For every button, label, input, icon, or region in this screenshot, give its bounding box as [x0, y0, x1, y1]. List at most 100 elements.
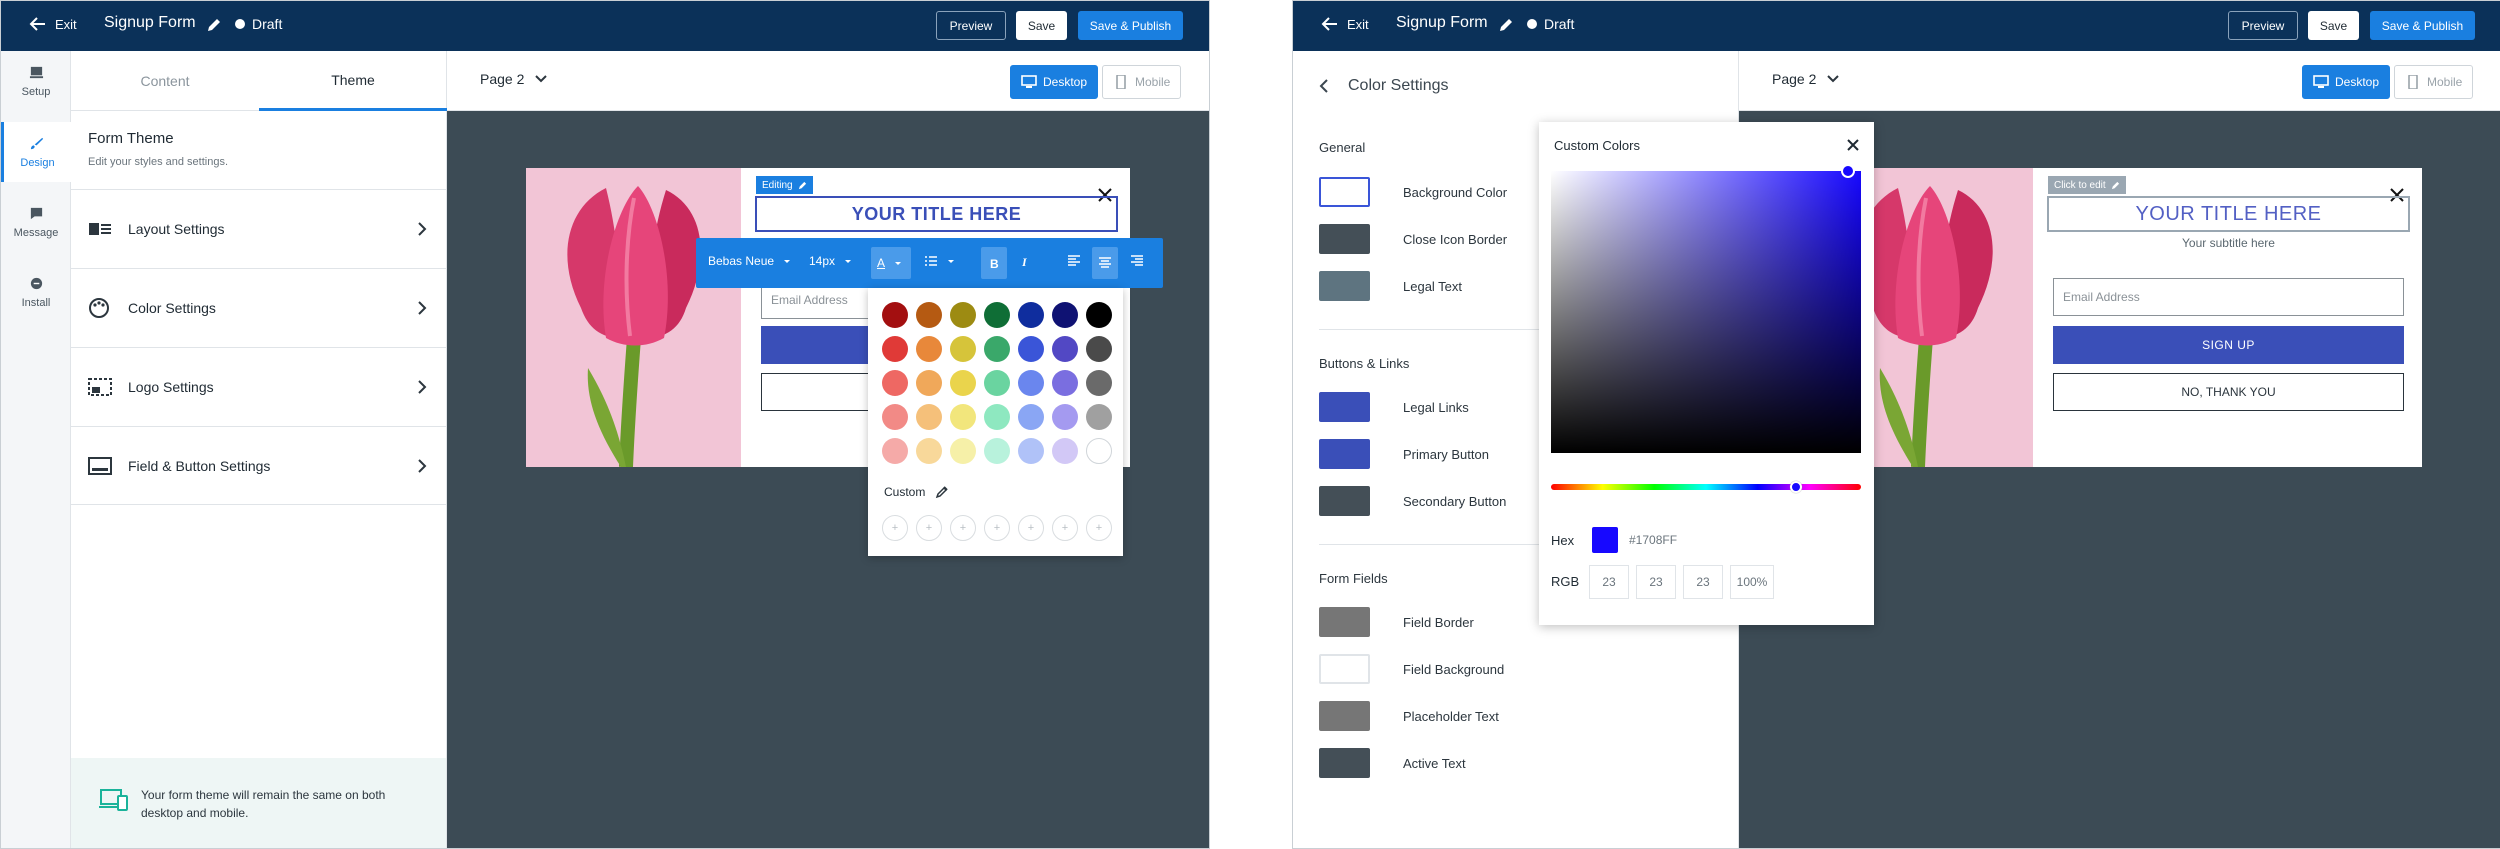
color-swatch[interactable]	[950, 302, 976, 328]
color-row-background[interactable]: Background Color	[1319, 177, 1507, 207]
color-swatch[interactable]	[1052, 438, 1078, 464]
pencil-icon[interactable]	[1498, 17, 1514, 33]
preview-button[interactable]: Preview	[936, 11, 1006, 40]
color-swatch[interactable]	[1018, 336, 1044, 362]
color-swatch[interactable]	[984, 302, 1010, 328]
color-row-legal-links[interactable]: Legal Links	[1319, 392, 1469, 422]
color-swatch[interactable]	[882, 438, 908, 464]
email-field[interactable]: Email Address	[2053, 278, 2404, 316]
add-custom-color-slot[interactable]: +	[882, 515, 908, 541]
color-row-field-background[interactable]: Field Background	[1319, 654, 1504, 684]
line-spacing-button[interactable]	[924, 254, 958, 268]
page-selector[interactable]: Page 2	[1772, 71, 1840, 87]
color-chip[interactable]	[1319, 654, 1370, 684]
rail-item-design[interactable]: Design	[1, 122, 71, 182]
save-button[interactable]: Save	[2308, 11, 2359, 40]
color-chip[interactable]	[1319, 607, 1370, 637]
saturation-area[interactable]	[1551, 171, 1861, 453]
hex-input[interactable]: #1708FF	[1625, 525, 1689, 555]
exit-button[interactable]: Exit	[1321, 15, 1369, 33]
color-swatch[interactable]	[1018, 438, 1044, 464]
color-row-active-text[interactable]: Active Text	[1319, 748, 1466, 778]
color-swatch[interactable]	[984, 336, 1010, 362]
close-icon[interactable]	[1846, 138, 1860, 152]
color-swatch[interactable]	[1052, 302, 1078, 328]
mobile-view-button[interactable]: Mobile	[2394, 65, 2474, 99]
form-title[interactable]: YOUR TITLE HERE	[2047, 196, 2410, 232]
bold-button[interactable]: B	[981, 247, 1007, 279]
section-layout-settings[interactable]: Layout Settings	[71, 189, 446, 268]
color-swatch[interactable]	[1018, 370, 1044, 396]
add-custom-color-slot[interactable]: +	[950, 515, 976, 541]
tab-theme[interactable]: Theme	[259, 51, 447, 111]
color-swatch[interactable]	[1018, 302, 1044, 328]
preview-button[interactable]: Preview	[2228, 11, 2298, 40]
color-swatch[interactable]	[984, 370, 1010, 396]
color-settings-header[interactable]: Color Settings	[1318, 77, 1449, 95]
color-swatch[interactable]	[916, 438, 942, 464]
color-swatch[interactable]	[1052, 336, 1078, 362]
blue-input[interactable]: 23	[1683, 565, 1723, 599]
exit-button[interactable]: Exit	[29, 15, 77, 33]
signup-button[interactable]	[761, 326, 871, 364]
red-input[interactable]: 23	[1589, 565, 1629, 599]
color-chip[interactable]	[1319, 177, 1370, 207]
color-swatch[interactable]	[1086, 438, 1112, 464]
align-left-button[interactable]	[1067, 254, 1081, 268]
save-button[interactable]: Save	[1016, 11, 1067, 40]
color-swatch[interactable]	[950, 336, 976, 362]
color-swatch[interactable]	[1086, 370, 1112, 396]
color-swatch[interactable]	[916, 370, 942, 396]
color-chip[interactable]	[1319, 486, 1370, 516]
no-thanks-button[interactable]	[761, 373, 871, 411]
color-swatch[interactable]	[1052, 370, 1078, 396]
hue-handle[interactable]	[1790, 481, 1802, 493]
color-swatch[interactable]	[916, 302, 942, 328]
color-swatch[interactable]	[984, 438, 1010, 464]
hue-slider[interactable]	[1551, 484, 1861, 490]
color-swatch[interactable]	[882, 302, 908, 328]
save-publish-button[interactable]: Save & Publish	[2370, 11, 2475, 40]
color-chip[interactable]	[1319, 271, 1370, 301]
no-thanks-button[interactable]: NO, THANK YOU	[2053, 373, 2404, 411]
page-selector[interactable]: Page 2	[480, 71, 548, 87]
section-logo-settings[interactable]: Logo Settings	[71, 347, 446, 426]
color-swatch[interactable]	[950, 404, 976, 430]
color-swatch[interactable]	[1086, 302, 1112, 328]
color-swatch[interactable]	[882, 336, 908, 362]
color-row-primary-button[interactable]: Primary Button	[1319, 439, 1489, 469]
add-custom-color-slot[interactable]: +	[1018, 515, 1044, 541]
italic-button[interactable]: I	[1018, 254, 1032, 268]
color-swatch[interactable]	[1086, 404, 1112, 430]
section-color-settings[interactable]: Color Settings	[71, 268, 446, 347]
desktop-view-button[interactable]: Desktop	[2302, 65, 2391, 99]
color-swatch[interactable]	[916, 404, 942, 430]
rail-item-install[interactable]: Install	[1, 262, 71, 322]
color-row-close-icon-border[interactable]: Close Icon Border	[1319, 224, 1507, 254]
color-swatch[interactable]	[1018, 404, 1044, 430]
color-row-placeholder-text[interactable]: Placeholder Text	[1319, 701, 1499, 731]
tab-content[interactable]: Content	[71, 51, 259, 111]
rail-item-setup[interactable]: Setup	[1, 51, 71, 111]
rail-item-message[interactable]: Message	[1, 192, 71, 252]
add-custom-color-slot[interactable]: +	[984, 515, 1010, 541]
color-swatch[interactable]	[882, 404, 908, 430]
desktop-view-button[interactable]: Desktop	[1010, 65, 1099, 99]
color-swatch[interactable]	[950, 370, 976, 396]
color-swatch[interactable]	[916, 336, 942, 362]
font-size-select[interactable]: 14px	[809, 254, 855, 268]
custom-color-row[interactable]: Custom	[884, 485, 949, 499]
form-title[interactable]: YOUR TITLE HERE	[755, 196, 1118, 232]
color-row-legal-text[interactable]: Legal Text	[1319, 271, 1462, 301]
add-custom-color-slot[interactable]: +	[1086, 515, 1112, 541]
align-right-button[interactable]	[1130, 254, 1144, 268]
color-chip[interactable]	[1319, 748, 1370, 778]
color-swatch[interactable]	[1052, 404, 1078, 430]
add-custom-color-slot[interactable]: +	[1052, 515, 1078, 541]
text-color-button[interactable]: A	[871, 247, 912, 279]
color-swatch[interactable]	[950, 438, 976, 464]
color-swatch[interactable]	[1086, 336, 1112, 362]
color-chip[interactable]	[1319, 701, 1370, 731]
color-swatch[interactable]	[984, 404, 1010, 430]
saturation-handle[interactable]	[1841, 164, 1855, 178]
